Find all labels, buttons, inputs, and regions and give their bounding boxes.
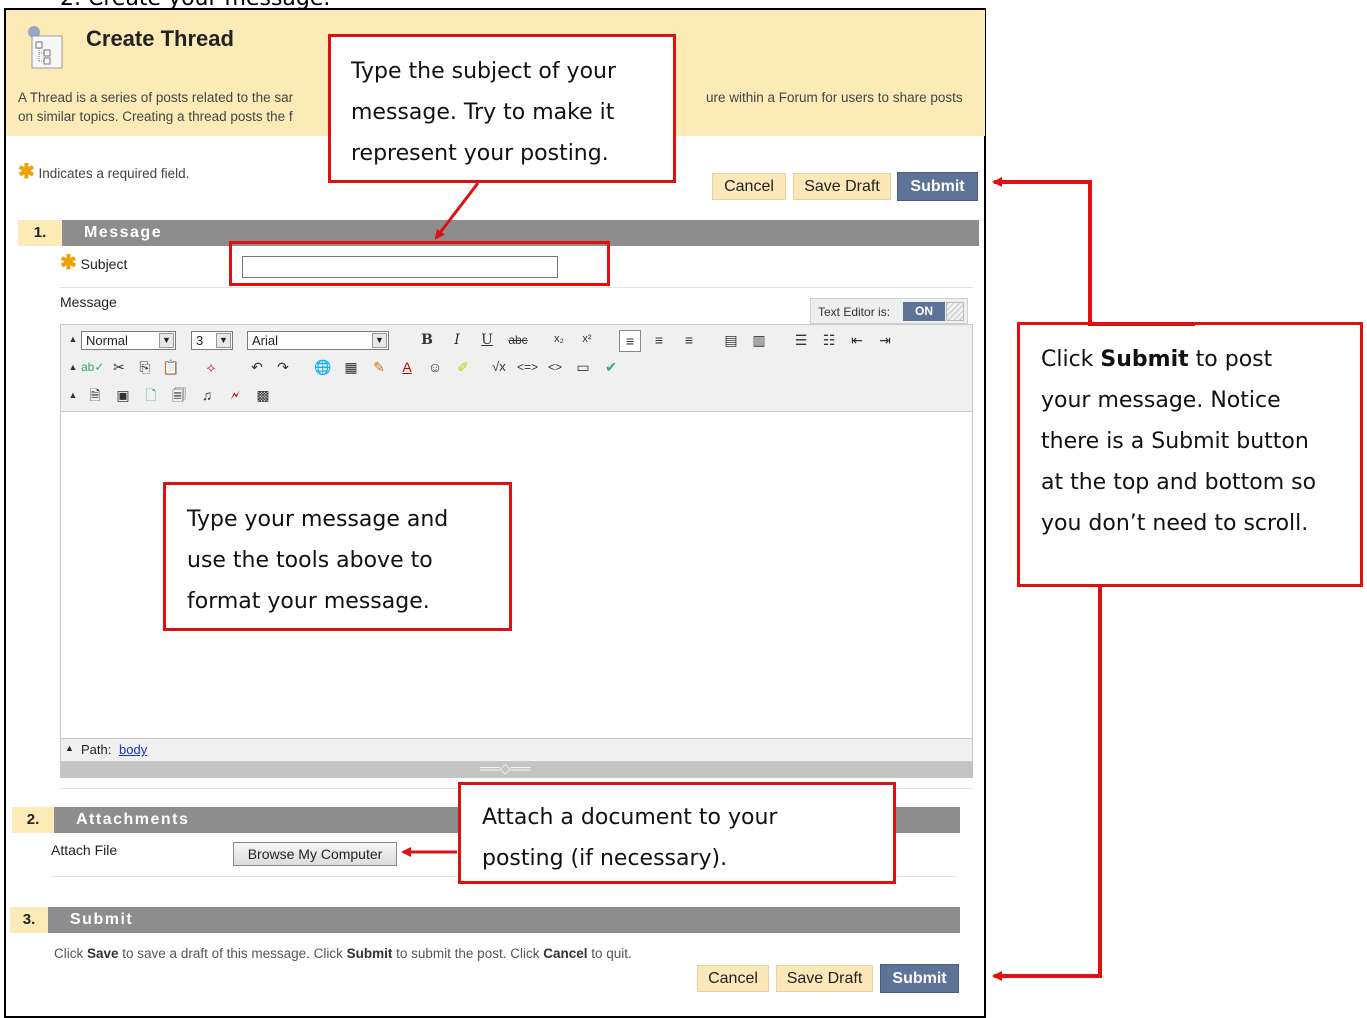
annotation-arrows	[401, 177, 1195, 981]
arrow-to-subject	[434, 182, 480, 240]
arrow-to-bottom-submit	[992, 587, 1102, 981]
arrow-to-top-submit	[992, 177, 1195, 326]
